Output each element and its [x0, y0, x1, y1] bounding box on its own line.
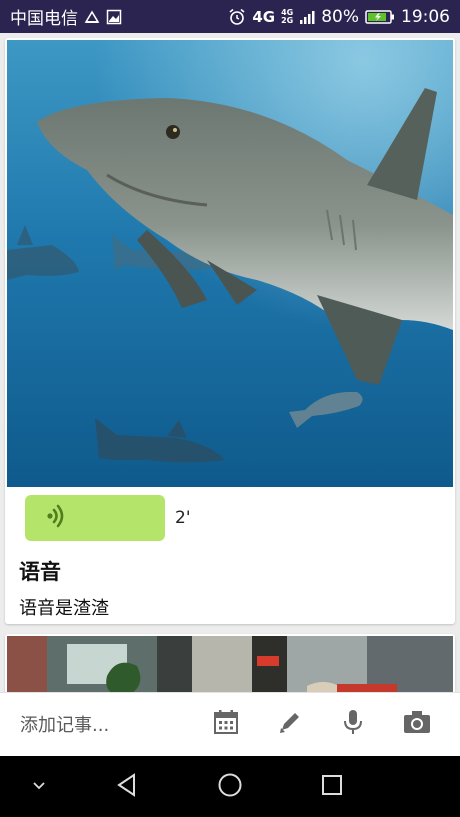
back-button[interactable] — [110, 770, 144, 804]
carrier-label: 中国电信 — [10, 9, 78, 29]
status-left: 中国电信 — [10, 4, 122, 29]
draw-button[interactable] — [273, 707, 307, 741]
voice-record-button[interactable] — [336, 707, 370, 741]
network-bottom: 2G — [281, 15, 294, 25]
calendar-button[interactable] — [209, 707, 243, 741]
voice-note-row: 2' — [25, 495, 191, 541]
image-icon — [106, 8, 122, 26]
lifebuoy-icon — [84, 8, 100, 26]
note-card[interactable]: 2' 语音 语音是渣渣 — [5, 38, 455, 624]
home-icon — [217, 772, 243, 802]
add-note-bar: 添加记事... — [0, 692, 460, 756]
status-bar: 中国电信 4G 4G 2G 80% 19:06 — [0, 0, 460, 33]
battery-percent: 80% — [321, 6, 359, 27]
microphone-icon — [339, 708, 367, 740]
camera-button[interactable] — [400, 707, 434, 741]
navigation-bar — [0, 756, 460, 817]
home-button[interactable] — [213, 770, 247, 804]
restaurant-photo — [7, 636, 453, 692]
alarm-icon — [228, 8, 246, 26]
hide-nav-button[interactable] — [22, 770, 56, 804]
signal-icon — [299, 8, 315, 26]
note-body: 语音是渣渣 — [19, 598, 109, 619]
shark-photo — [7, 40, 453, 487]
clock: 19:06 — [401, 6, 450, 27]
back-icon — [114, 772, 140, 802]
note-title: 语音 — [19, 560, 61, 584]
pen-icon — [276, 708, 304, 740]
network-type: 4G — [252, 7, 276, 26]
camera-icon — [402, 708, 432, 740]
chevron-down-icon — [31, 777, 47, 797]
status-right: 4G 4G 2G 80% 19:06 — [228, 7, 450, 27]
notes-list[interactable]: 2' 语音 语音是渣渣 — [0, 33, 460, 692]
add-note-input[interactable]: 添加记事... — [20, 711, 109, 737]
recents-button[interactable] — [315, 770, 349, 804]
network-stack: 4G 2G — [281, 8, 294, 25]
note-card[interactable] — [5, 634, 455, 692]
sound-wave-icon — [45, 503, 71, 533]
battery-icon — [365, 8, 395, 26]
voice-duration: 2' — [175, 508, 191, 528]
recents-icon — [320, 773, 344, 801]
calendar-icon — [212, 708, 240, 740]
voice-play-button[interactable] — [25, 495, 165, 541]
